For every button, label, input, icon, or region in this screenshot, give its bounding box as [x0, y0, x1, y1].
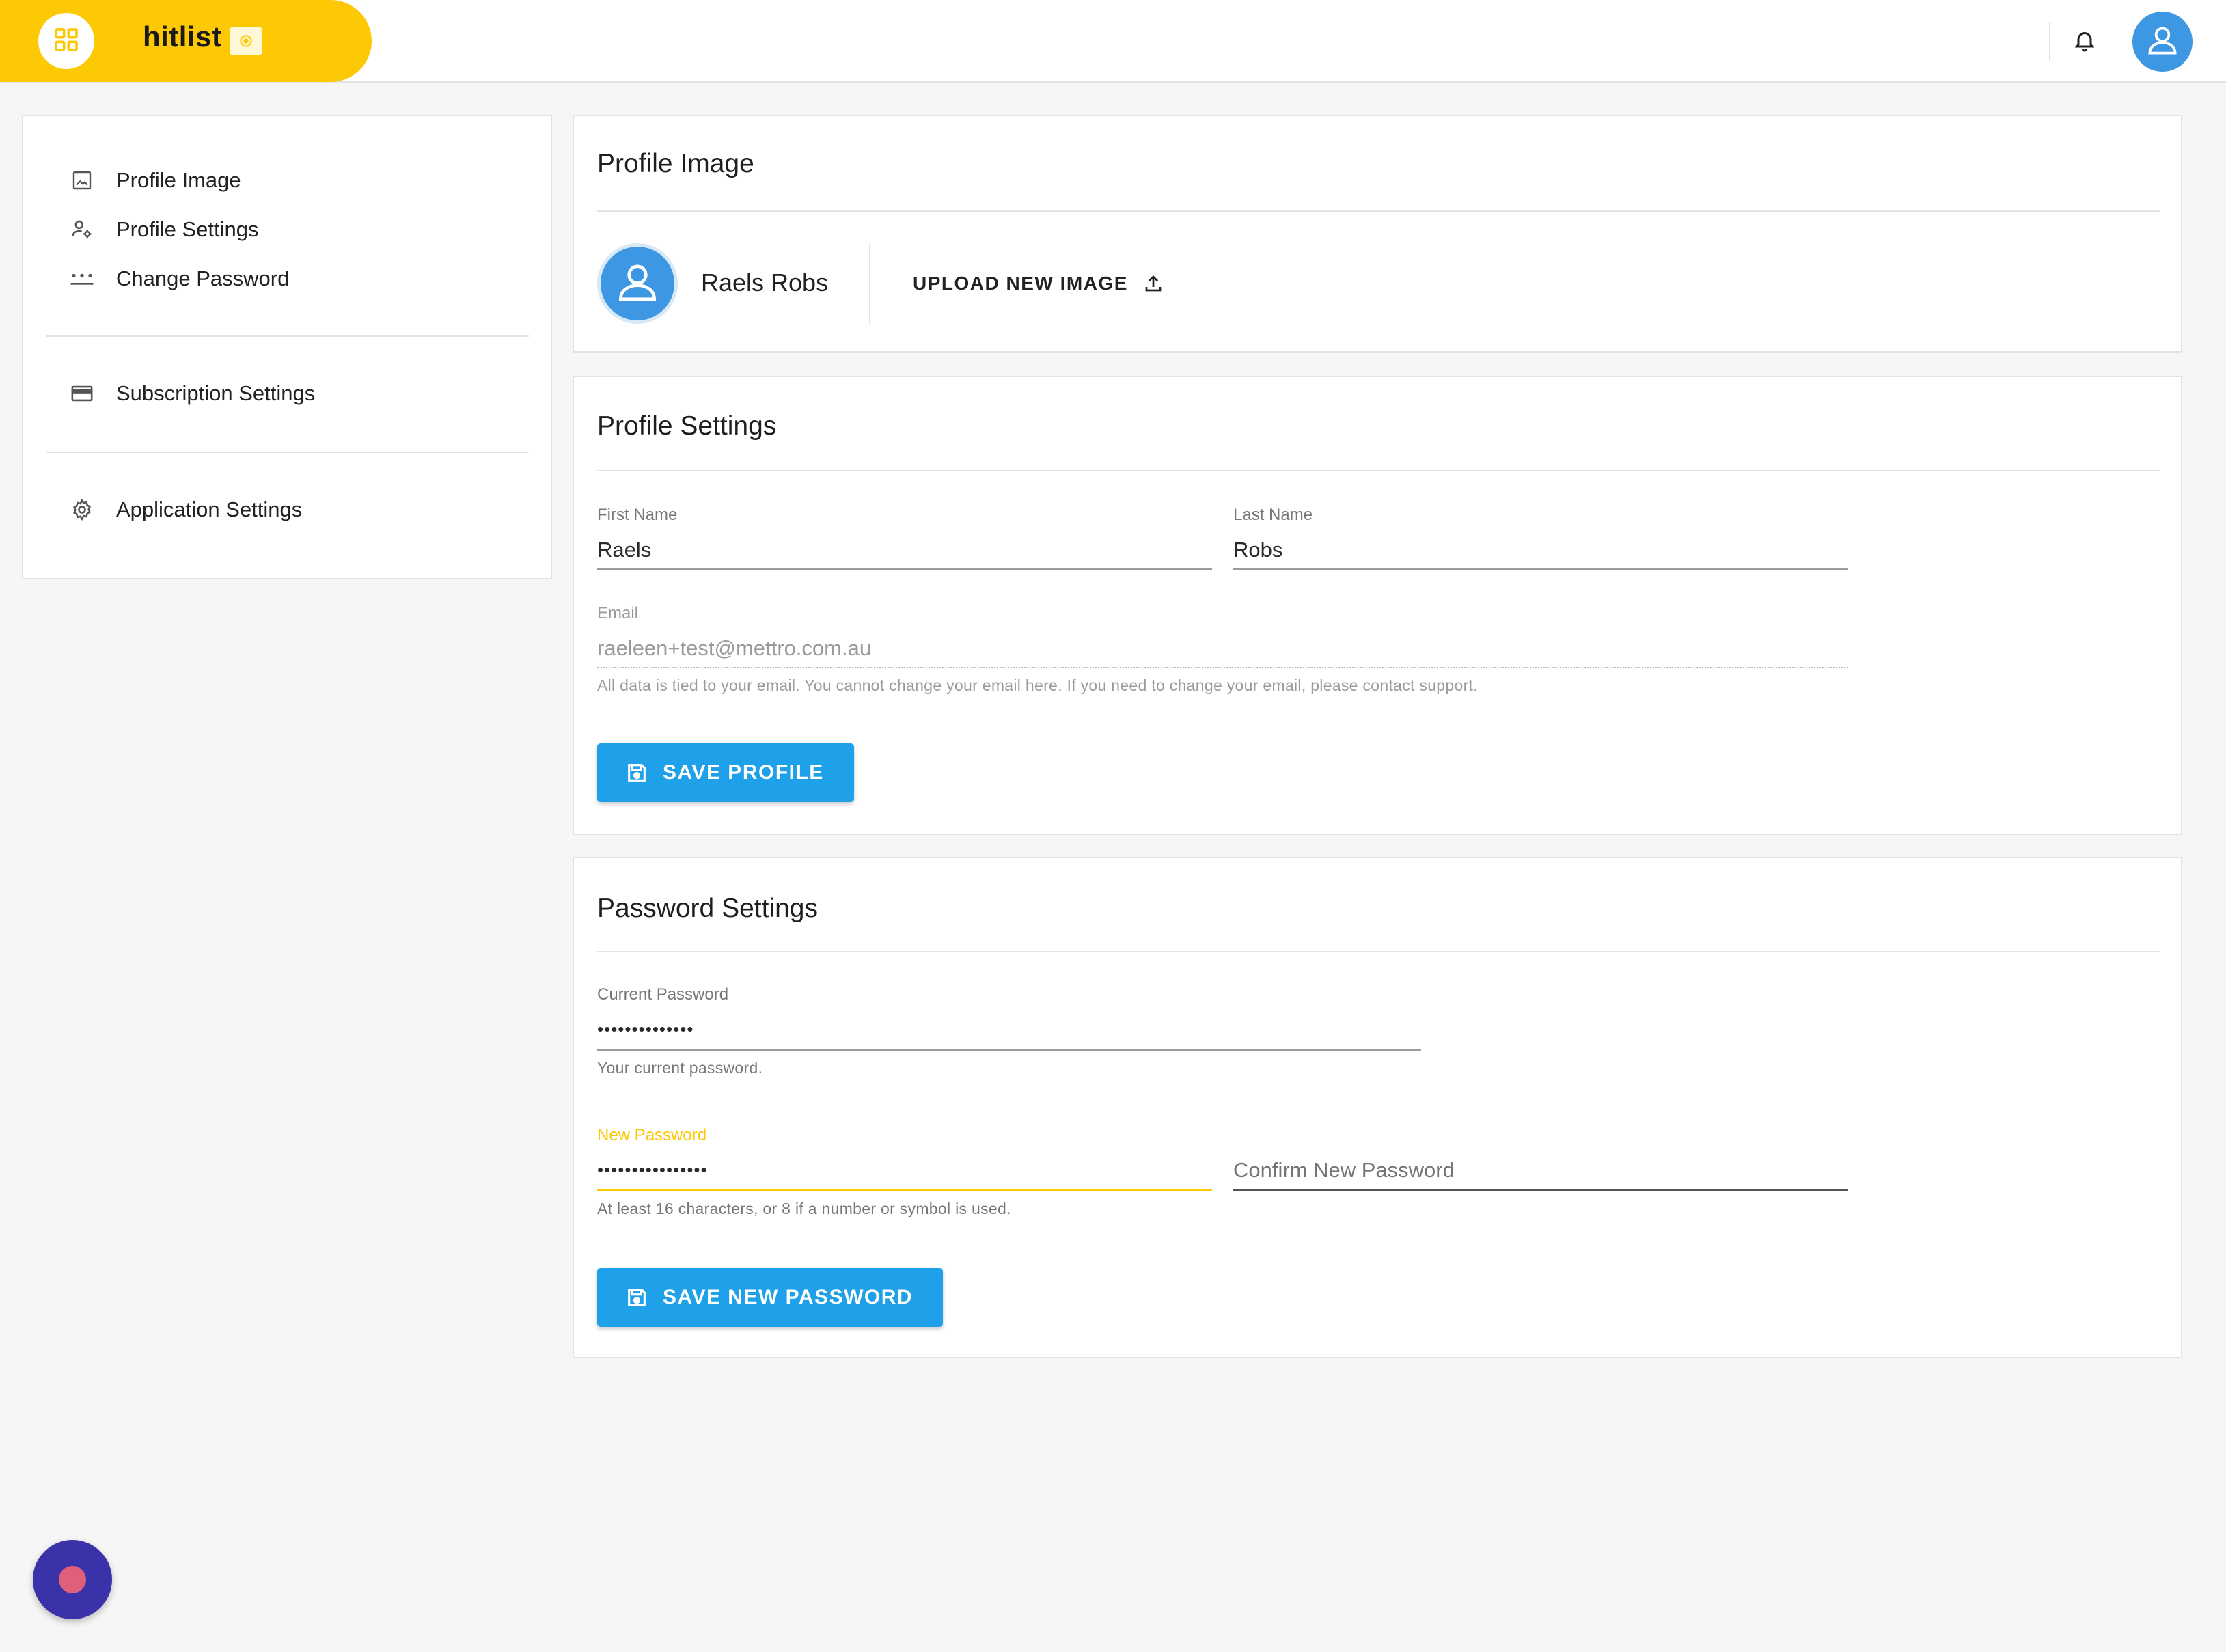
sidebar-item-application-settings[interactable]: Application Settings: [68, 489, 533, 530]
sidebar-item-profile-image[interactable]: Profile Image: [68, 160, 533, 201]
upload-new-image-button[interactable]: UPLOAD NEW IMAGE: [913, 268, 1165, 299]
bell-icon: [2072, 27, 2097, 57]
profile-avatar: [597, 243, 678, 324]
user-settings-icon: [68, 216, 96, 243]
current-password-underline: [597, 1049, 1421, 1051]
sidebar-item-label: Change Password: [116, 266, 290, 290]
first-name-underline: [597, 568, 1212, 570]
last-name-label: Last Name: [1233, 506, 1313, 524]
record-dot-icon: [59, 1566, 86, 1593]
sidebar-item-change-password[interactable]: Change Password: [68, 258, 533, 299]
card-title: Profile Settings: [597, 411, 777, 441]
password-dots-icon: [68, 265, 96, 292]
email-input: [597, 633, 1848, 664]
new-password-helper: At least 16 characters, or 8 if a number…: [597, 1200, 1011, 1217]
brand-area[interactable]: hitlist: [0, 0, 372, 82]
new-password-label: New Password: [597, 1126, 707, 1144]
account-avatar-button[interactable]: [2132, 12, 2193, 72]
current-password-input[interactable]: [597, 1014, 1421, 1044]
profile-divider: [869, 243, 870, 325]
email-underline: [597, 667, 1848, 668]
floating-record-button[interactable]: [33, 1540, 112, 1619]
card-divider: [597, 951, 2160, 952]
sidebar-divider: [46, 335, 529, 337]
sidebar-item-subscription-settings[interactable]: Subscription Settings: [68, 373, 533, 414]
current-password-helper: Your current password.: [597, 1059, 763, 1077]
top-bar: hitlist: [0, 0, 2226, 83]
credit-card-icon: [68, 380, 96, 407]
new-password-underline-focused: [597, 1189, 1212, 1191]
app-name: hitlist: [143, 20, 222, 53]
last-name-input[interactable]: [1233, 534, 1848, 566]
save-new-password-label: SAVE NEW PASSWORD: [663, 1286, 913, 1308]
upload-button-label: UPLOAD NEW IMAGE: [913, 273, 1128, 294]
card-title: Profile Image: [597, 149, 754, 178]
current-password-label: Current Password: [597, 985, 729, 1004]
notifications-button[interactable]: [2069, 25, 2100, 59]
save-profile-button[interactable]: SAVE PROFILE: [597, 743, 854, 802]
first-name-label: First Name: [597, 506, 678, 524]
upload-icon: [1142, 272, 1165, 295]
save-new-password-button[interactable]: SAVE NEW PASSWORD: [597, 1268, 944, 1327]
camera-badge-icon: [230, 27, 262, 55]
confirm-password-input[interactable]: [1233, 1155, 1848, 1186]
gear-icon: [68, 496, 96, 523]
user-avatar-icon: [612, 257, 663, 311]
sidebar-item-profile-settings[interactable]: Profile Settings: [68, 209, 533, 250]
new-password-input[interactable]: [597, 1155, 1212, 1185]
sidebar-item-label: Profile Settings: [116, 217, 259, 241]
save-icon: [624, 1285, 649, 1310]
profile-user-name: Raels Robs: [701, 269, 829, 297]
sidebar-item-label: Subscription Settings: [116, 381, 316, 405]
header-divider: [2049, 22, 2050, 61]
password-settings-card: Password Settings Current Password Your …: [573, 857, 2182, 1358]
confirm-password-underline: [1233, 1189, 1848, 1191]
user-avatar-icon: [2143, 21, 2182, 63]
card-divider: [597, 470, 2160, 471]
first-name-input[interactable]: [597, 534, 1212, 566]
email-helper-text: All data is tied to your email. You cann…: [597, 676, 1478, 694]
card-divider: [597, 210, 2160, 212]
save-icon: [624, 760, 649, 785]
apps-grid-button[interactable]: [38, 13, 94, 69]
sidebar-divider: [46, 452, 529, 453]
apps-grid-icon: [53, 26, 80, 57]
settings-sidebar: Profile Image Profile Settings Change Pa…: [22, 115, 552, 579]
profile-settings-card: Profile Settings First Name Last Name Em…: [573, 376, 2182, 835]
last-name-underline: [1233, 568, 1848, 570]
save-profile-label: SAVE PROFILE: [663, 761, 824, 784]
sidebar-item-label: Application Settings: [116, 497, 303, 521]
profile-image-card: Profile Image Raels Robs UPLOAD NEW IMAG…: [573, 115, 2182, 353]
sidebar-item-label: Profile Image: [116, 168, 241, 192]
image-icon: [68, 167, 96, 194]
email-label: Email: [597, 604, 639, 622]
card-title: Password Settings: [597, 894, 818, 923]
